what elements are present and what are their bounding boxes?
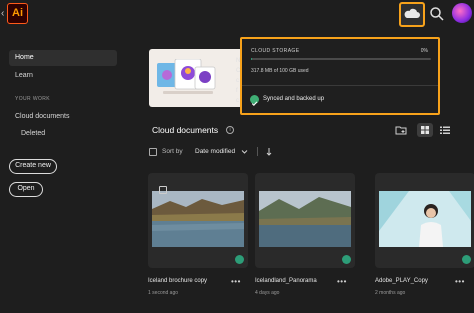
storage-usage-text: 317.8 MB of 100 GB used <box>251 68 309 74</box>
list-view-button[interactable] <box>437 123 453 137</box>
storage-percent: 0% <box>420 48 428 54</box>
sidebar-item-learn[interactable]: Learn <box>9 68 117 84</box>
sidebar: Home Learn YOUR WORK Cloud documents Del… <box>0 30 128 313</box>
info-icon[interactable]: i <box>226 126 234 134</box>
file-type-icon <box>159 186 167 194</box>
more-options-icon[interactable]: ••• <box>337 277 347 286</box>
create-new-button[interactable]: Create new <box>9 159 57 174</box>
file-name[interactable]: Adobe_PLAY_Copy <box>375 278 428 284</box>
synced-check-icon <box>250 95 259 106</box>
file-date: 1 second ago <box>148 290 179 296</box>
back-chevron-icon[interactable]: ‹ <box>1 8 4 19</box>
file-thumbnail <box>379 191 471 247</box>
sidebar-section-label: YOUR WORK <box>15 96 50 102</box>
app-logo: Ai <box>7 3 28 24</box>
file-card[interactable] <box>255 173 355 268</box>
sync-status-text: Synced and backed up <box>263 96 325 102</box>
file-date: 4 days ago <box>255 290 280 296</box>
file-date: 2 months ago <box>375 290 406 296</box>
avatar[interactable] <box>452 3 472 23</box>
top-bar: ‹ Ai <box>0 0 474 30</box>
cloud-storage-popover: CLOUD STORAGE 0% 317.8 MB of 100 GB used… <box>240 37 440 115</box>
popover-divider <box>242 85 438 86</box>
file-thumbnail <box>152 191 244 247</box>
cloud-storage-title: CLOUD STORAGE <box>251 48 300 54</box>
sidebar-item-cloud-documents[interactable]: Cloud documents <box>9 109 117 125</box>
more-options-icon[interactable]: ••• <box>455 277 465 286</box>
storage-progress-fill <box>251 58 252 60</box>
file-name[interactable]: Icelandland_Panorama <box>255 278 317 284</box>
list-view-icon <box>440 126 450 134</box>
folder-add-button[interactable] <box>393 123 409 137</box>
file-thumbnail <box>259 191 351 247</box>
page-title: Cloud documents <box>152 125 219 135</box>
folder-add-icon <box>395 126 407 135</box>
storage-progress-bar <box>251 58 431 60</box>
grid-view-icon <box>421 126 429 134</box>
synced-badge-icon <box>462 255 471 264</box>
banner-illustration <box>157 59 216 94</box>
select-all-checkbox[interactable] <box>149 148 157 156</box>
search-icon[interactable] <box>429 6 445 22</box>
sort-by-label: Sort by <box>162 148 183 155</box>
synced-badge-icon <box>235 255 244 264</box>
promo-banner[interactable] <box>149 49 249 107</box>
sidebar-item-deleted[interactable]: Deleted <box>9 126 117 142</box>
cloud-icon <box>404 8 420 18</box>
sort-dropdown[interactable]: Date modified <box>195 148 235 155</box>
cloud-storage-button[interactable] <box>399 2 425 27</box>
synced-badge-icon <box>342 255 351 264</box>
sidebar-item-home[interactable]: Home <box>9 50 117 66</box>
sort-divider <box>257 147 258 156</box>
more-options-icon[interactable]: ••• <box>231 277 241 286</box>
sort-direction-arrow-icon[interactable] <box>266 147 272 156</box>
file-card[interactable] <box>375 173 474 268</box>
chevron-down-icon[interactable] <box>241 149 248 155</box>
open-button[interactable]: Open <box>9 182 43 197</box>
grid-view-button[interactable] <box>417 123 433 137</box>
file-name[interactable]: Iceland brochure copy <box>148 278 207 284</box>
